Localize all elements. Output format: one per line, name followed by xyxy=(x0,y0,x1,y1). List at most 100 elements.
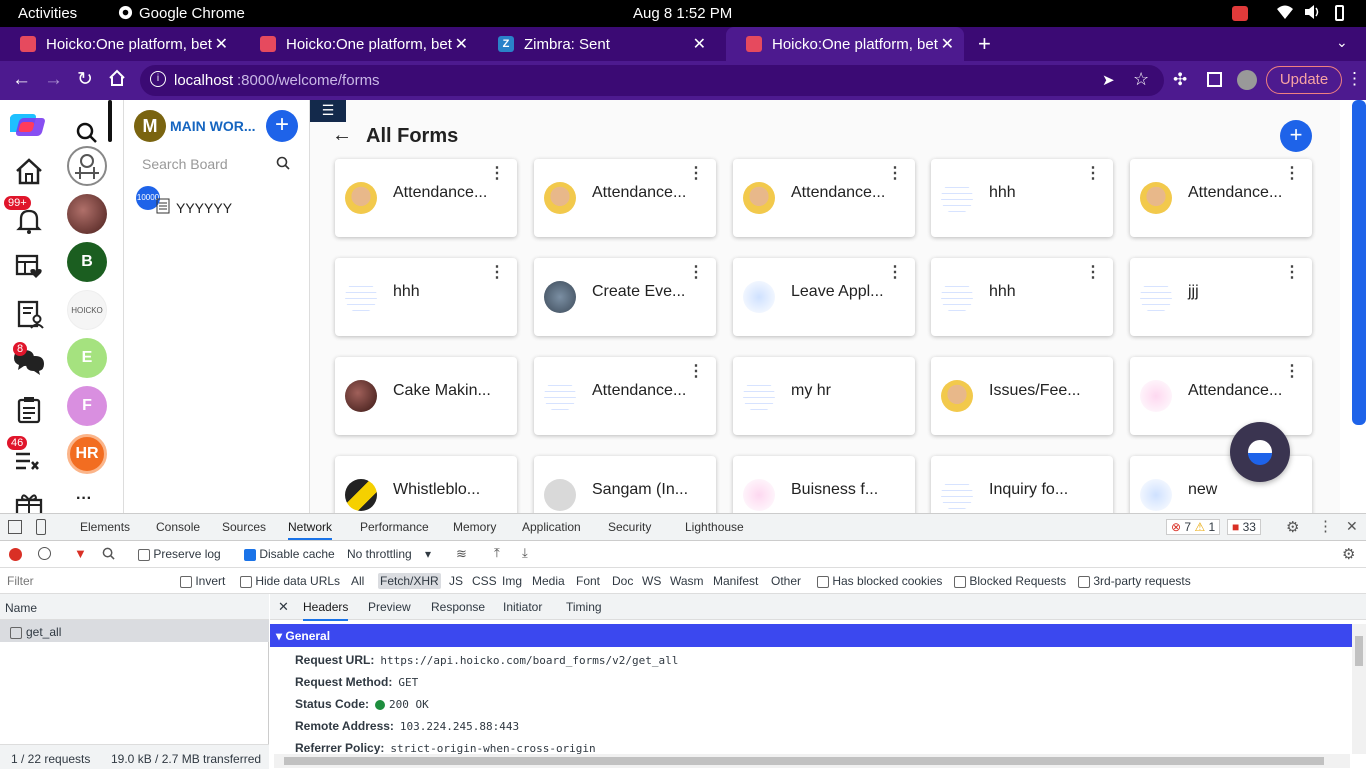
browser-tab[interactable]: Hoicko:One platform, bet ✕ xyxy=(0,27,238,61)
devtools-tab-application[interactable]: Application xyxy=(522,520,581,534)
form-card[interactable]: Create Eve... ⋮ xyxy=(534,258,716,336)
board-list-item[interactable]: 10000 YYYYYY xyxy=(136,186,306,216)
form-card-menu-icon[interactable]: ⋮ xyxy=(688,361,704,381)
form-card[interactable]: Cake Makin... xyxy=(335,357,517,435)
wifi-icon[interactable] xyxy=(1276,4,1294,24)
page-scrollbar[interactable] xyxy=(1352,100,1366,425)
list-toggle-icon[interactable]: ☰ xyxy=(310,100,346,122)
type-filter-css[interactable]: CSS xyxy=(470,573,499,589)
form-card[interactable]: hhh ⋮ xyxy=(931,159,1113,237)
clipboard-list-icon[interactable] xyxy=(16,396,42,429)
export-har-icon[interactable]: ⤓ xyxy=(522,545,528,561)
hide-data-urls-checkbox[interactable]: Hide data URLs xyxy=(240,574,340,588)
detail-tab-response[interactable]: Response xyxy=(431,600,485,614)
devtools-tab-performance[interactable]: Performance xyxy=(360,520,429,534)
type-filter-all[interactable]: All xyxy=(349,573,366,589)
form-card[interactable]: Attendance... ⋮ xyxy=(534,159,716,237)
type-filter-fetch-xhr[interactable]: Fetch/XHR xyxy=(378,573,441,589)
filter-input[interactable]: Filter xyxy=(7,574,167,588)
close-tab-icon[interactable]: ✕ xyxy=(693,34,706,54)
invert-checkbox[interactable]: Invert xyxy=(180,574,225,588)
detail-tab-preview[interactable]: Preview xyxy=(368,600,411,614)
browser-tab-active[interactable]: Hoicko:One platform, bet ✕ xyxy=(726,27,964,61)
network-settings-icon[interactable]: ⚙ xyxy=(1342,545,1355,563)
form-card[interactable]: Leave Appl... ⋮ xyxy=(733,258,915,336)
import-har-icon[interactable]: ⤒ xyxy=(494,545,500,561)
more-workspaces-icon[interactable]: ··· xyxy=(76,490,92,508)
recording-indicator-icon[interactable] xyxy=(1232,6,1248,21)
search-board-icon[interactable] xyxy=(276,156,290,175)
close-tab-icon[interactable]: ✕ xyxy=(455,34,468,54)
home-button[interactable] xyxy=(108,69,126,92)
form-card-menu-icon[interactable]: ⋮ xyxy=(1085,163,1101,183)
close-tab-icon[interactable]: ✕ xyxy=(941,34,954,54)
clock[interactable]: Aug 8 1:52 PM xyxy=(633,5,732,22)
form-card[interactable]: jjj ⋮ xyxy=(1130,258,1312,336)
detail-tab-headers[interactable]: Headers xyxy=(303,600,349,621)
name-column-header[interactable]: Name xyxy=(0,594,269,620)
add-form-button[interactable]: + xyxy=(1280,120,1312,152)
home-icon[interactable] xyxy=(14,156,44,191)
form-card[interactable]: Attendance... ⋮ xyxy=(733,159,915,237)
type-filter-js[interactable]: JS xyxy=(447,573,465,589)
site-info-icon[interactable]: i xyxy=(150,71,166,87)
type-filter-wasm[interactable]: Wasm xyxy=(668,573,706,589)
dashboard-favorite-icon[interactable] xyxy=(14,252,44,285)
browser-tab[interactable]: Z Zimbra: Sent ✕ xyxy=(478,27,716,61)
type-filter-other[interactable]: Other xyxy=(769,573,803,589)
clear-button[interactable] xyxy=(38,547,51,560)
detail-horizontal-scrollbar[interactable] xyxy=(274,754,1350,768)
devtools-tab-security[interactable]: Security xyxy=(608,520,651,534)
form-card[interactable]: Attendance... ⋮ xyxy=(534,357,716,435)
form-card-menu-icon[interactable]: ⋮ xyxy=(489,262,505,282)
back-button[interactable]: ← xyxy=(12,69,31,91)
form-card-menu-icon[interactable]: ⋮ xyxy=(688,163,704,183)
throttling-select[interactable]: No throttling ▾ xyxy=(347,547,431,561)
devtools-tab-elements[interactable]: Elements xyxy=(80,520,130,534)
type-filter-media[interactable]: Media xyxy=(530,573,567,589)
devtools-tab-network[interactable]: Network xyxy=(288,520,333,540)
disable-cache-checkbox[interactable]: Disable cache xyxy=(244,547,335,561)
form-card[interactable]: Sangam (In... xyxy=(534,456,716,513)
search-board-input[interactable]: Search Board xyxy=(142,156,272,172)
type-filter-ws[interactable]: WS xyxy=(640,573,663,589)
form-card[interactable]: hhh ⋮ xyxy=(931,258,1113,336)
type-filter-font[interactable]: Font xyxy=(574,573,602,589)
scroll-indicator[interactable] xyxy=(108,100,112,142)
avatar-scale-icon[interactable] xyxy=(67,146,107,186)
chrome-menu-icon[interactable]: ⋮ xyxy=(1346,69,1363,89)
form-card-menu-icon[interactable]: ⋮ xyxy=(489,163,505,183)
request-row[interactable]: get_all xyxy=(0,620,269,642)
close-tab-icon[interactable]: ✕ xyxy=(215,34,228,54)
devtools-tab-console[interactable]: Console xyxy=(156,520,200,534)
devtools-settings-icon[interactable]: ⚙ xyxy=(1286,518,1299,536)
form-card[interactable]: my hr xyxy=(733,357,915,435)
detail-tab-timing[interactable]: Timing xyxy=(566,600,602,614)
type-filter-manifest[interactable]: Manifest xyxy=(711,573,760,589)
forward-button[interactable]: → xyxy=(44,69,63,91)
chat-assistant-button[interactable] xyxy=(1230,422,1290,482)
form-card[interactable]: Whistleblo... xyxy=(335,456,517,513)
hoicko-logo-icon[interactable] xyxy=(7,110,50,138)
filter-funnel-icon[interactable]: ▼ xyxy=(74,546,87,561)
form-card-menu-icon[interactable]: ⋮ xyxy=(1085,262,1101,282)
gift-icon[interactable] xyxy=(14,492,44,513)
add-board-button[interactable]: + xyxy=(266,110,298,142)
extensions-icon[interactable]: ✣ xyxy=(1173,70,1187,90)
devtools-tab-sources[interactable]: Sources xyxy=(222,520,266,534)
back-arrow-icon[interactable]: ← xyxy=(332,124,352,147)
address-bar[interactable]: i localhost :8000/welcome/forms ➤ ☆ xyxy=(140,65,1164,96)
search-network-icon[interactable] xyxy=(102,547,115,563)
devtools-tab-lighthouse[interactable]: Lighthouse xyxy=(685,520,744,534)
form-card-menu-icon[interactable]: ⋮ xyxy=(1284,361,1300,381)
send-tab-icon[interactable]: ➤ xyxy=(1102,71,1115,89)
reload-button[interactable]: ↻ xyxy=(77,68,93,91)
blocked-cookies-checkbox[interactable]: Has blocked cookies xyxy=(817,574,942,588)
new-tab-button[interactable]: + xyxy=(978,31,991,57)
profile-avatar[interactable] xyxy=(1237,70,1257,90)
devtools-menu-icon[interactable]: ⋮ xyxy=(1318,517,1333,535)
form-card[interactable]: Inquiry fo... xyxy=(931,456,1113,513)
avatar-hr[interactable]: HR xyxy=(67,434,107,474)
general-section-header[interactable]: ▾ General xyxy=(270,624,1352,647)
close-detail-icon[interactable]: ✕ xyxy=(278,599,289,615)
